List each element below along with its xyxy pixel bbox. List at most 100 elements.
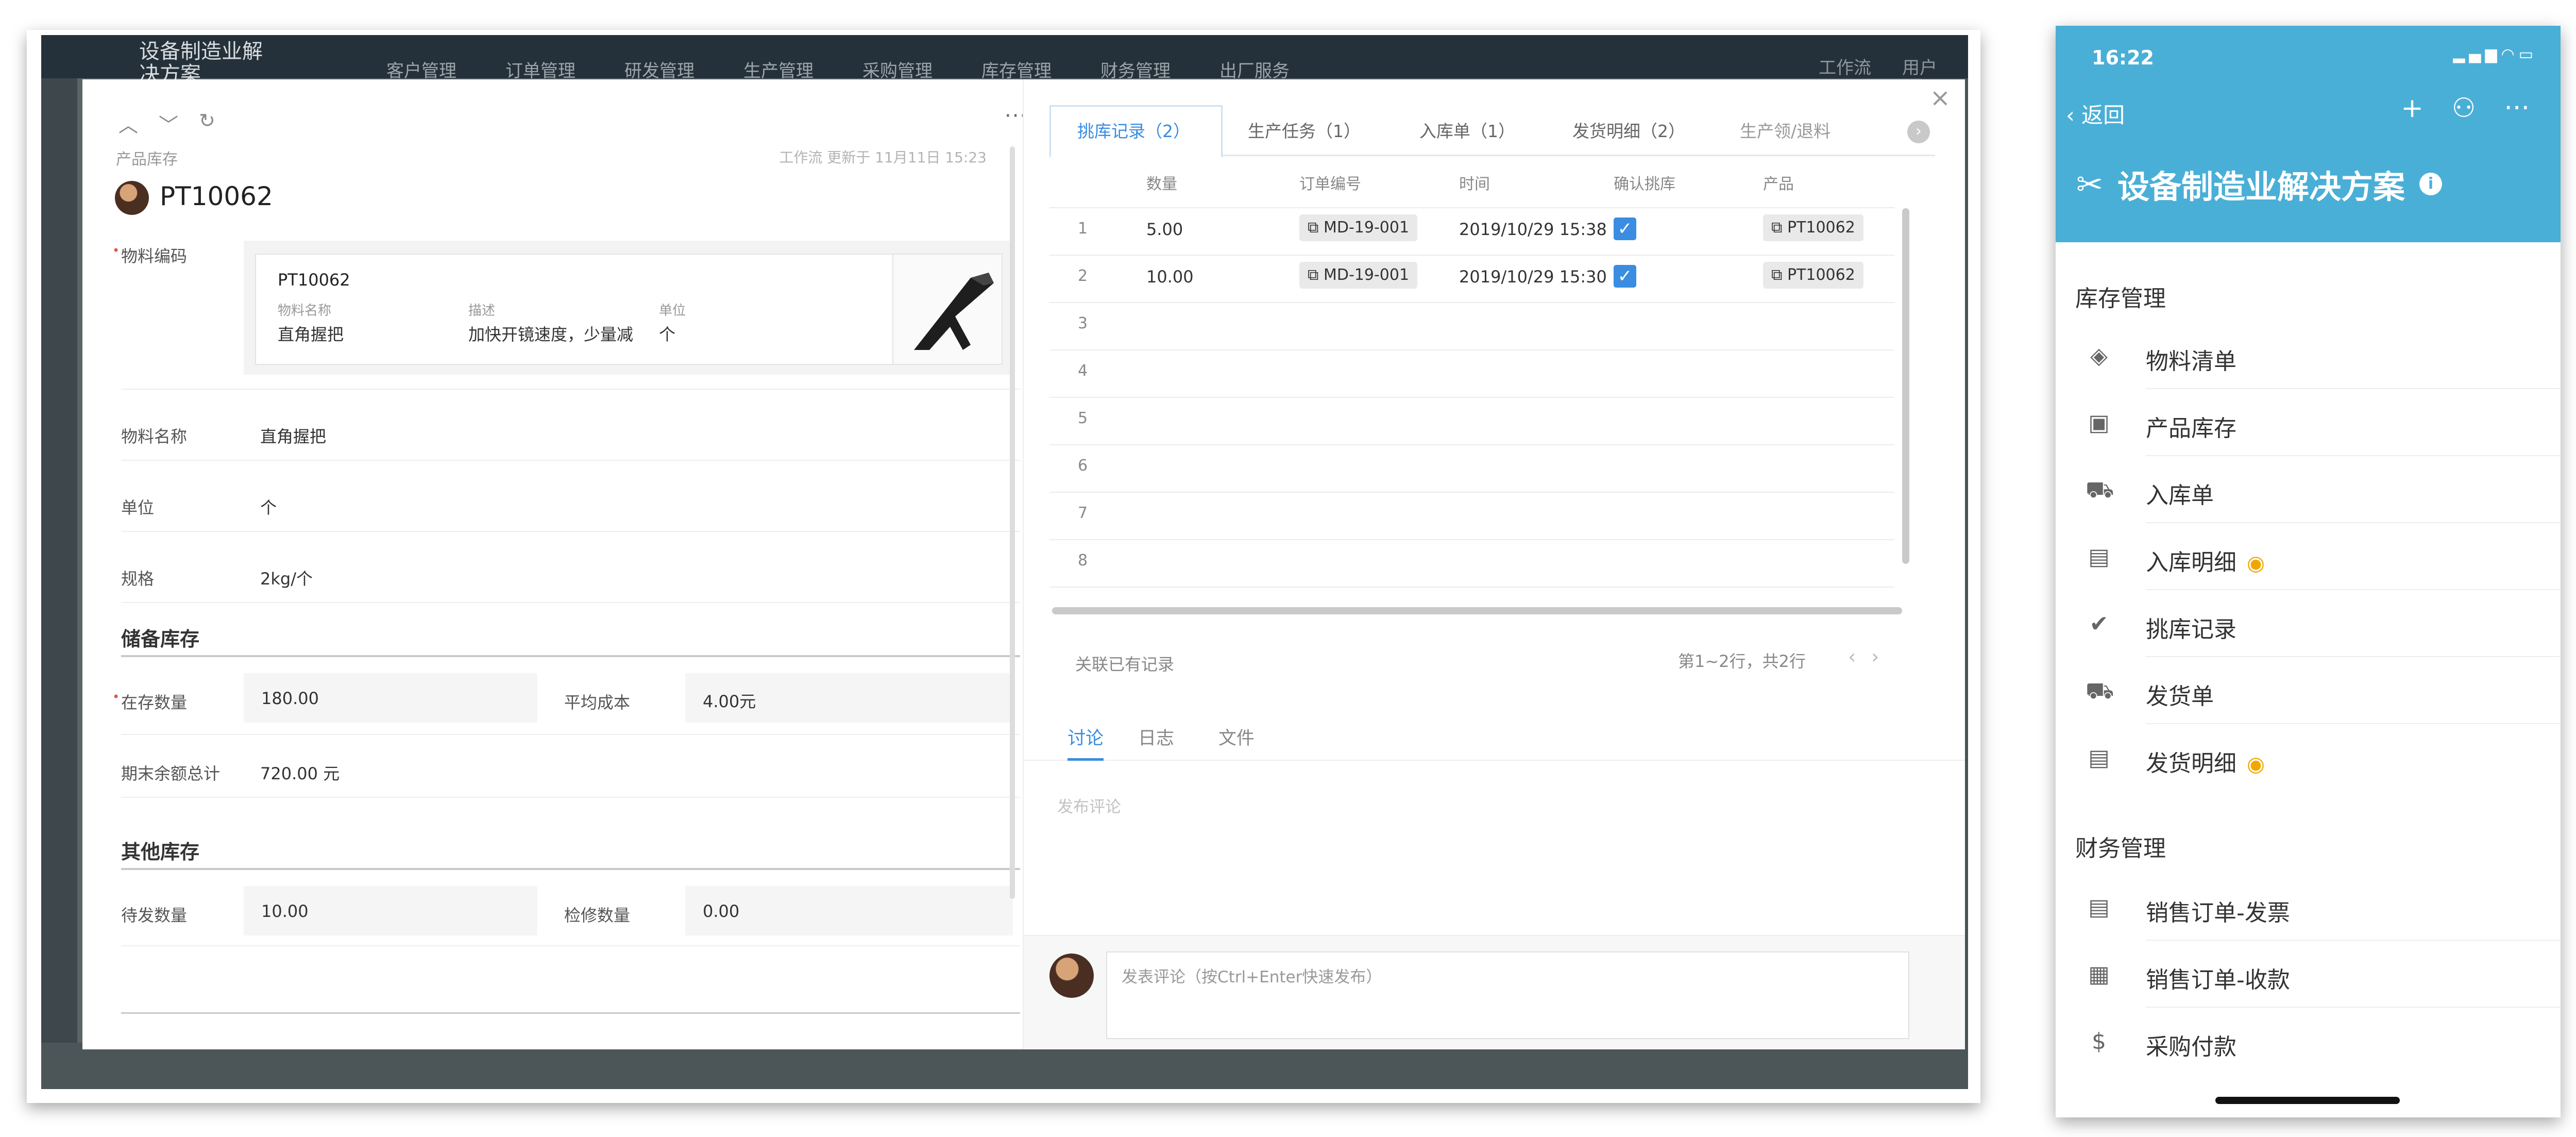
order-number: MD-19-001: [1323, 219, 1410, 237]
table-scrollbar-horizontal[interactable]: [1052, 607, 1902, 614]
refresh-icon[interactable]: ↻: [199, 109, 215, 138]
comment-input[interactable]: 发表评论（按Ctrl+Enter快速发布）: [1106, 951, 1909, 1039]
tab-inbound[interactable]: 入库单（1）: [1419, 118, 1515, 142]
spec-value: 2kg/个: [260, 569, 313, 589]
column-header[interactable]: 产品: [1763, 171, 1794, 194]
link-existing-records-button[interactable]: 关联已有记录: [1075, 651, 1174, 675]
column-header[interactable]: 确认挑库: [1614, 171, 1675, 194]
stock-qty-field[interactable]: 180.00: [244, 673, 537, 723]
breadcrumb[interactable]: 产品库存: [116, 146, 178, 169]
row-number: 8: [1078, 551, 1088, 570]
dollar-icon: $: [2092, 1028, 2106, 1055]
home-indicator: [2215, 1097, 2400, 1104]
receipt-icon: ▤: [2088, 544, 2110, 570]
list-item[interactable]: ⛟ 发货单: [2056, 657, 2561, 724]
list-item[interactable]: ▦ 销售订单-收款: [2056, 941, 2561, 1008]
prev-page-icon[interactable]: ‹: [1848, 645, 1871, 668]
chevron-up-icon[interactable]: ︿: [118, 109, 138, 138]
list-item-label: 入库明细 ◉: [2146, 544, 2265, 577]
order-chip[interactable]: ⧉ MD-19-001: [1299, 214, 1418, 241]
record-toolbar: ︿ ﹀ ↻: [118, 109, 215, 138]
info-icon[interactable]: i: [2419, 173, 2442, 195]
link-icon: ⧉: [1308, 219, 1324, 237]
scrollbar[interactable]: [1010, 146, 1015, 899]
back-button[interactable]: ‹ 返回: [2066, 98, 2125, 129]
qty-cell: 5.00: [1146, 220, 1183, 239]
status-icons: ▂▄▆◠▭: [2453, 45, 2537, 63]
row-divider: [1049, 444, 1894, 445]
column-header[interactable]: 数量: [1146, 171, 1177, 194]
divider: [121, 797, 1020, 798]
material-card-value: 个: [659, 325, 676, 344]
pending-qty-field[interactable]: 10.00: [244, 886, 537, 935]
pending-qty-label: 待发数量: [121, 906, 188, 925]
column-header[interactable]: 时间: [1459, 171, 1490, 194]
list-item[interactable]: ✔ 挑库记录: [2056, 590, 2561, 657]
tab-shipping-detail[interactable]: 发货明细（2）: [1572, 118, 1685, 142]
product-chip[interactable]: ⧉ PT10062: [1763, 214, 1863, 241]
more-icon[interactable]: ···: [2504, 93, 2530, 124]
product-chip[interactable]: ⧉ PT10062: [1763, 262, 1863, 289]
nav-purchase[interactable]: 采购管理: [862, 57, 933, 82]
chevron-right-icon[interactable]: ›: [1907, 121, 1930, 143]
nav-inventory[interactable]: 库存管理: [981, 57, 1052, 82]
material-card[interactable]: PT10062 物料名称 描述 单位 直角握把 加快开镜速度，少量减 个: [244, 241, 1013, 375]
list-item[interactable]: ◈ 物料清单: [2056, 322, 2561, 389]
repair-qty-field[interactable]: 0.00: [685, 886, 1013, 935]
tab-production-tasks[interactable]: 生产任务（1）: [1248, 118, 1361, 142]
tab-discussion[interactable]: 讨论: [1067, 724, 1104, 761]
divider: [121, 602, 1020, 603]
order-chip[interactable]: ⧉ MD-19-001: [1299, 262, 1418, 289]
nav-orders[interactable]: 订单管理: [505, 57, 575, 82]
chevron-down-icon[interactable]: ﹀: [159, 109, 178, 138]
table-scrollbar-vertical[interactable]: [1902, 208, 1909, 564]
nav-customers[interactable]: 客户管理: [386, 57, 456, 82]
material-card-inner: PT10062 物料名称 描述 单位 直角握把 加快开镜速度，少量减 个: [255, 254, 1003, 365]
user-icon[interactable]: ⚇: [2452, 93, 2476, 124]
product-code: PT10062: [1787, 219, 1855, 237]
list-item[interactable]: ▣ 产品库存: [2056, 389, 2561, 456]
divider: [121, 945, 1020, 946]
app-title[interactable]: 设备制造业解决方案: [139, 40, 273, 86]
avg-cost-field[interactable]: 4.00元: [685, 673, 1013, 723]
tab-pick-records[interactable]: 挑库记录（2）: [1077, 118, 1190, 142]
pick-confirm-checkbox[interactable]: ✓: [1614, 265, 1636, 288]
header-actions: + ⚇ ···: [2401, 93, 2530, 124]
column-header[interactable]: 订单编号: [1299, 171, 1361, 194]
repair-qty-value: 0.00: [703, 901, 740, 921]
chevron-left-icon: ‹: [2066, 103, 2082, 128]
record-modal: ︿ ﹀ ↻ ··· 产品库存 工作流 更新于 11月11日 15:23 PT10…: [82, 79, 1965, 1049]
list-item[interactable]: ▤ 销售订单-发票: [2056, 874, 2561, 941]
nav-users[interactable]: 用户: [1902, 54, 1937, 79]
updated-time: 工作流 更新于 11月11日 15:23: [779, 149, 987, 166]
nav-finance[interactable]: 财务管理: [1100, 57, 1171, 82]
list-item-label: 采购付款: [2146, 1034, 2236, 1060]
list-item[interactable]: ▤ 发货明细 ◉: [2056, 724, 2561, 791]
tab-files[interactable]: 文件: [1218, 724, 1255, 750]
list-item[interactable]: ⛟ 入库单: [2056, 456, 2561, 523]
back-label: 返回: [2081, 103, 2125, 128]
tab-material-issue[interactable]: 生产领/退料: [1740, 118, 1869, 142]
nav-workflow[interactable]: 工作流: [1819, 54, 1871, 79]
add-icon[interactable]: +: [2401, 93, 2424, 124]
truck-icon: ⛟: [2086, 678, 2114, 704]
section-divider: [121, 868, 1020, 870]
link-icon: ⧉: [1771, 266, 1787, 284]
nav-production[interactable]: 生产管理: [743, 57, 814, 82]
related-pane: × 挑库记录（2） 生产任务（1） 入库单（1） 发货明细（2） 生产领/退料 …: [1023, 79, 1965, 1049]
next-page-icon[interactable]: ›: [1871, 645, 1894, 668]
list-item[interactable]: ▤ 入库明细 ◉: [2056, 523, 2561, 590]
tab-log[interactable]: 日志: [1138, 724, 1174, 750]
pick-confirm-checkbox[interactable]: ✓: [1614, 218, 1636, 240]
nav-rd[interactable]: 研发管理: [624, 57, 694, 82]
row-number: 5: [1078, 409, 1088, 427]
gift-icon: ▣: [2088, 410, 2110, 436]
material-card-code: PT10062: [278, 270, 350, 290]
list-item[interactable]: $ 采购付款: [2056, 1008, 2561, 1075]
nav-service[interactable]: 出厂服务: [1219, 57, 1290, 82]
app-title-text: 设备制造业解决方案: [2117, 168, 2405, 206]
row-number: 7: [1078, 504, 1088, 522]
spec-label: 规格: [121, 569, 155, 589]
section-divider: [121, 1012, 1020, 1014]
app-nav: 客户管理 订单管理 研发管理 生产管理 采购管理 库存管理 财务管理 出厂服务: [386, 57, 1290, 82]
